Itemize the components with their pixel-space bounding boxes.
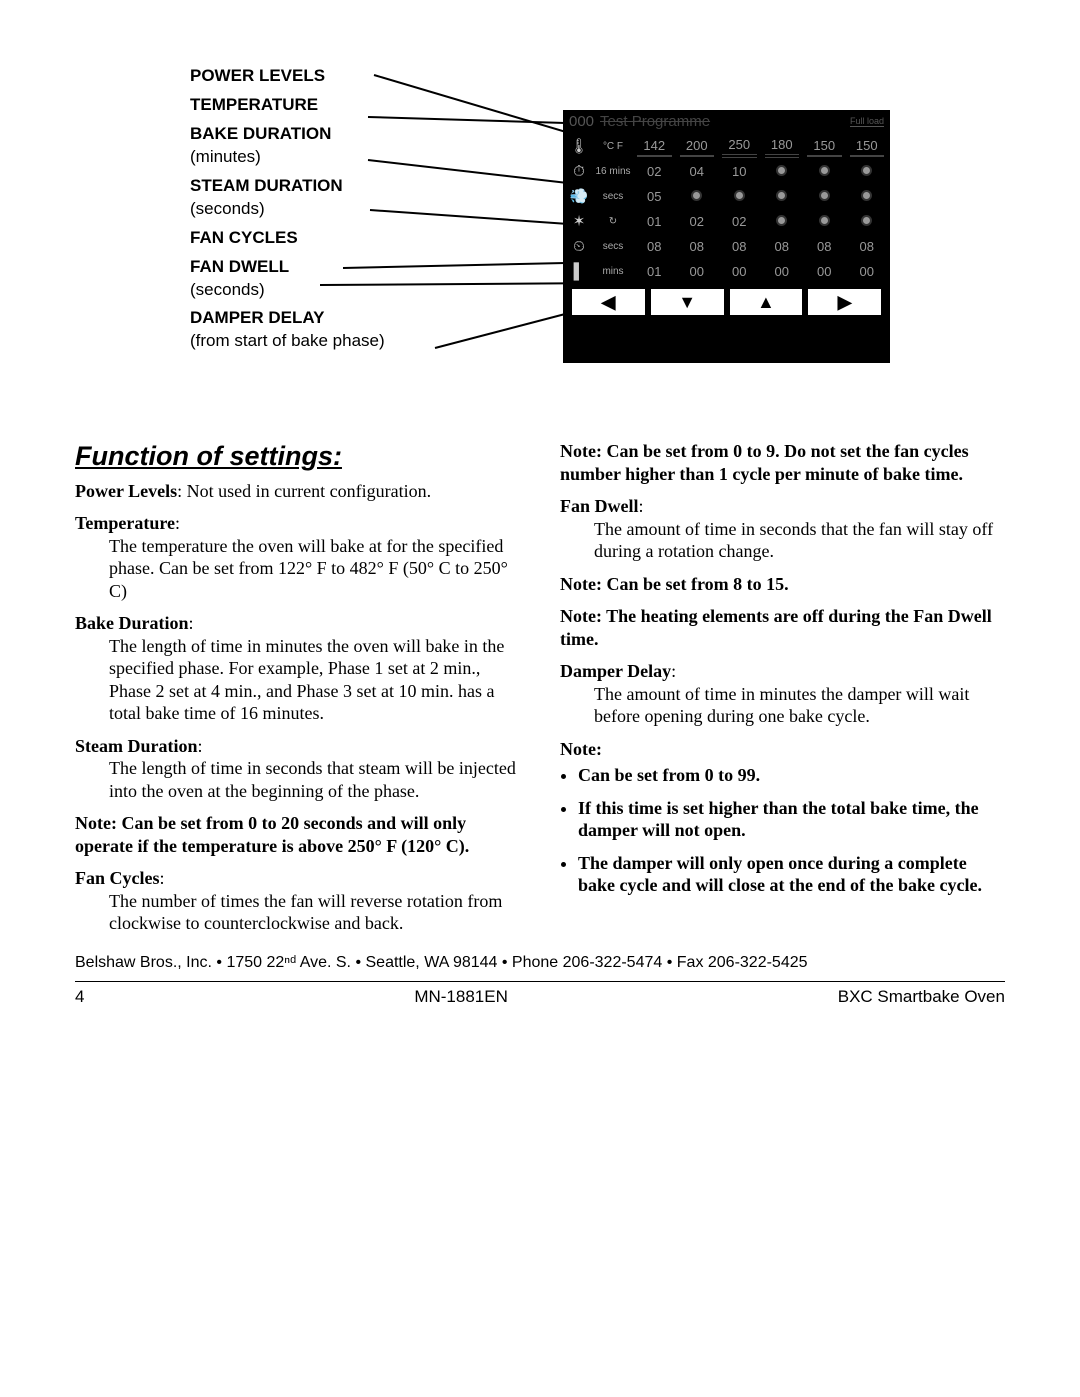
settings-diagram: POWER LEVELS TEMPERATURE BAKE DURATION(m… bbox=[190, 60, 890, 410]
fan-dwell-row: ⏲ secs 08 08 08 08 08 08 bbox=[565, 235, 888, 260]
oven-panel: 000 Test Programme Full load 🌡 °C F 142 … bbox=[563, 110, 890, 363]
fan-cycles-row: ✶ ↻ 01 02 02 bbox=[565, 210, 888, 235]
steam-row: 💨 secs 05 bbox=[565, 185, 888, 210]
up-arrow-button[interactable]: ▲ bbox=[730, 289, 803, 315]
damper-icon: ▌ bbox=[565, 260, 593, 285]
fan-icon: ✶ bbox=[565, 210, 593, 235]
diagram-label-list: POWER LEVELS TEMPERATURE BAKE DURATION(m… bbox=[190, 65, 420, 359]
down-arrow-button[interactable]: ▼ bbox=[651, 289, 724, 315]
left-arrow-button[interactable]: ◀ bbox=[572, 289, 645, 315]
doc-code: MN-1881EN bbox=[414, 986, 508, 1007]
damper-row: ▌ mins 01 00 00 00 00 00 bbox=[565, 260, 888, 285]
steam-icon: 💨 bbox=[565, 185, 593, 210]
page-number: 4 bbox=[75, 986, 84, 1007]
doc-title: BXC Smartbake Oven bbox=[838, 986, 1005, 1007]
section-title: Function of settings: bbox=[75, 440, 520, 474]
temp-row: 🌡 °C F 142 200 250 180 150 150 bbox=[565, 135, 888, 160]
body-text: Function of settings: Power Levels: Not … bbox=[75, 440, 1005, 935]
prog-num: 000 bbox=[569, 113, 594, 132]
bake-row: ⏱ 16 mins 02 04 10 bbox=[565, 160, 888, 185]
right-arrow-button[interactable]: ▶ bbox=[808, 289, 881, 315]
timer-icon: ⏲ bbox=[565, 235, 593, 260]
prog-name: Test Programme bbox=[600, 113, 850, 132]
thermometer-icon: 🌡 bbox=[565, 135, 593, 160]
page-footer: 4 MN-1881EN BXC Smartbake Oven bbox=[75, 981, 1005, 1007]
company-address: Belshaw Bros., Inc. • 1750 22ⁿᵈ Ave. S. … bbox=[75, 953, 1005, 975]
clock-icon: ⏱ bbox=[565, 160, 593, 185]
